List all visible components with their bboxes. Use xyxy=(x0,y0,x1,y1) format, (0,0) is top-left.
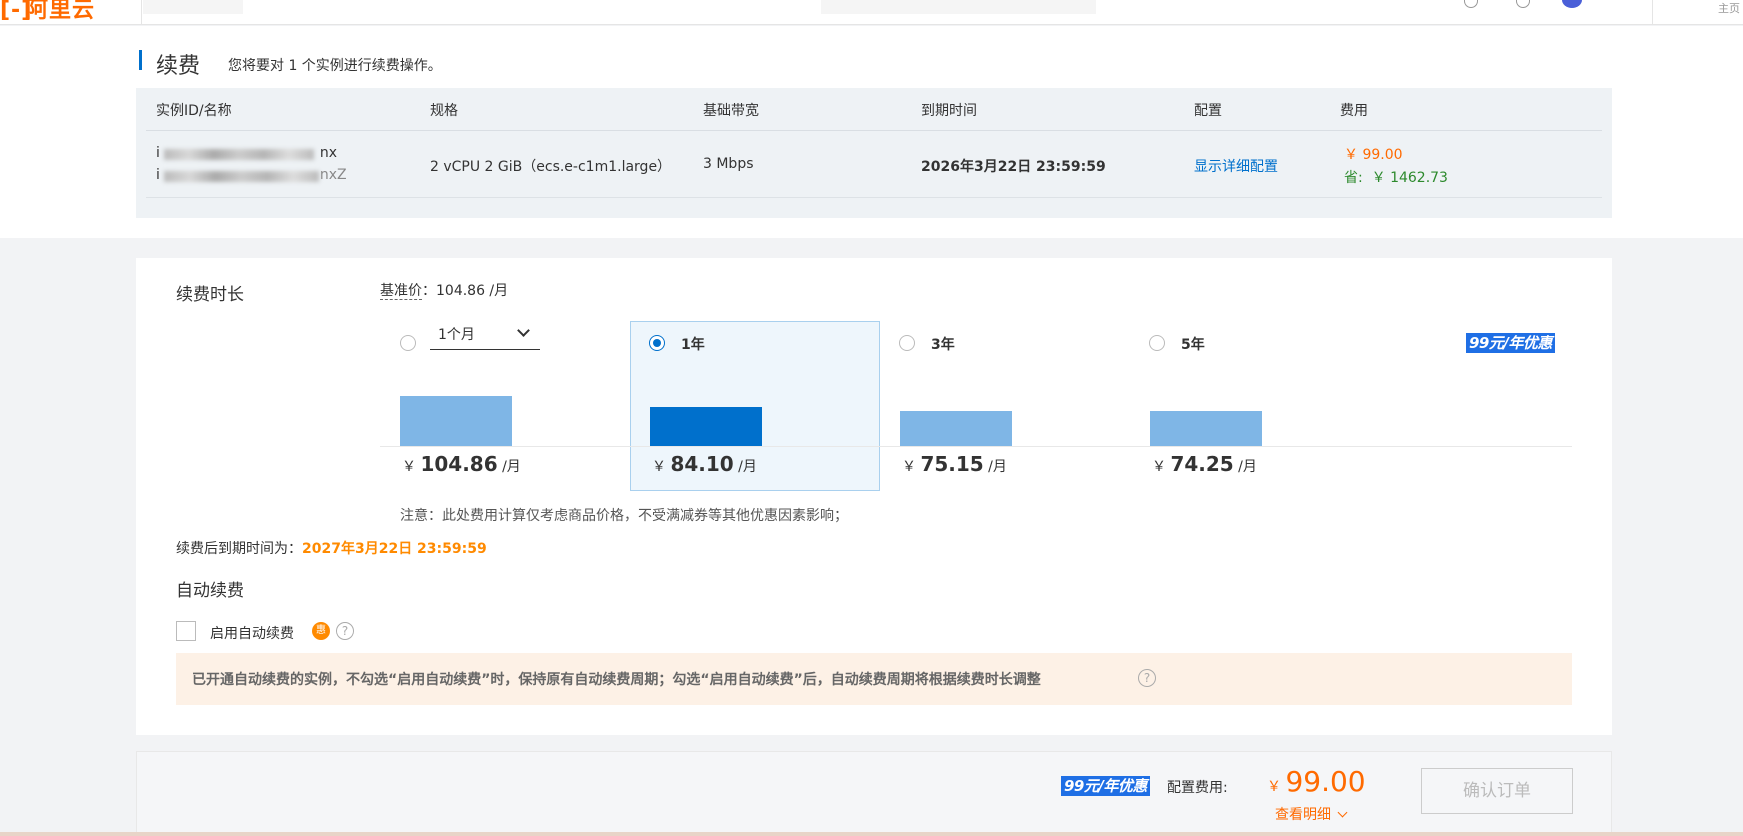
column-header-fee: 费用 xyxy=(1340,103,1368,119)
price-3-year: ￥ 75.15 /月 xyxy=(902,452,1007,476)
page-title: 续费 xyxy=(156,54,201,79)
home-link[interactable]: 主页 xyxy=(1718,0,1740,16)
logo-mark-icon: [-] xyxy=(0,0,33,23)
instance-spec: 2 vCPU 2 GiB（ecs.e-c1m1.large） xyxy=(430,159,672,175)
help-icon[interactable] xyxy=(1516,0,1530,8)
price-bar-1-year[interactable] xyxy=(650,407,762,446)
aliyun-logo[interactable]: [-]阿里云 xyxy=(0,0,95,24)
radio-1-month[interactable] xyxy=(400,335,416,351)
price-1-month: ￥ 104.86 /月 xyxy=(402,452,521,476)
workbench-button[interactable] xyxy=(143,0,243,14)
option-label-3-year[interactable]: 3年 xyxy=(931,334,955,354)
page-subtitle: 您将要对 1 个实例进行续费操作。 xyxy=(228,58,442,74)
duration-label: 续费时长 xyxy=(176,285,244,305)
base-price-tooltip-trigger[interactable]: 基准价 xyxy=(380,283,422,300)
instance-expire-time: 2026年3月22日 23:59:59 xyxy=(921,159,1106,175)
title-accent-bar xyxy=(139,50,142,70)
confirm-order-button[interactable]: 确认订单 xyxy=(1421,768,1573,814)
radio-1-year[interactable] xyxy=(649,335,665,351)
top-navigation-bar: [-]阿里云 主页 xyxy=(0,0,1743,25)
redacted-instance-name xyxy=(164,171,319,182)
nav-divider xyxy=(1652,0,1653,24)
renewed-expire-time: 续费后到期时间为：2027年3月22日 23:59:59 xyxy=(176,541,487,557)
price-1-year: ￥ 84.10 /月 xyxy=(652,452,757,476)
auto-renew-tip: 已开通自动续费的实例，不勾选“启用自动续费”时，保持原有自动续费周期；勾选“启用… xyxy=(176,653,1572,705)
user-avatar[interactable] xyxy=(1562,0,1582,8)
promo-badge: 99元/年优惠 xyxy=(1466,333,1555,353)
auto-renew-title: 自动续费 xyxy=(176,581,244,601)
price-bar-3-year[interactable] xyxy=(900,411,1012,446)
show-config-link[interactable]: 显示详细配置 xyxy=(1194,156,1278,176)
discount-badge-icon: 惠 xyxy=(312,622,330,640)
price-bar-5-year[interactable] xyxy=(1150,411,1262,446)
base-price: 基准价：104.86 /月 xyxy=(380,283,509,300)
help-icon[interactable]: ? xyxy=(1138,669,1156,687)
message-icon[interactable] xyxy=(1464,0,1478,8)
renew-price: ￥ 99.00 xyxy=(1344,147,1403,163)
column-header-spec: 规格 xyxy=(430,103,458,119)
redacted-instance-id xyxy=(164,149,314,160)
table-row-divider xyxy=(146,197,1602,198)
price-note: 注意：此处费用计算仅考虑商品价格，不受满减券等其他优惠因素影响； xyxy=(400,508,848,524)
option-label-1-year[interactable]: 1年 xyxy=(681,334,705,354)
help-icon[interactable]: ? xyxy=(336,622,354,640)
chevron-down-icon xyxy=(1337,807,1348,818)
instance-table: 实例ID/名称 规格 基础带宽 到期时间 配置 费用 i nx i nxZ 2 vC… xyxy=(136,88,1612,218)
month-select-value: 1个月 xyxy=(438,327,475,343)
option-label-5-year[interactable]: 5年 xyxy=(1181,334,1205,354)
chart-baseline xyxy=(380,446,1572,447)
auto-renew-checkbox[interactable] xyxy=(176,621,196,641)
nav-divider xyxy=(141,0,142,24)
column-header-instance: 实例ID/名称 xyxy=(156,103,232,119)
price-5-year: ￥ 74.25 /月 xyxy=(1152,452,1257,476)
config-fee-amount: ￥ 99.00 xyxy=(1267,765,1366,798)
renewal-config-card: 续费时长 基准价：104.86 /月 1个月 ￥ 104.86 /月 1年 ￥ … xyxy=(136,258,1612,735)
page-bottom-edge xyxy=(0,832,1743,836)
auto-renew-tip-text: 已开通自动续费的实例，不勾选“启用自动续费”时，保持原有自动续费周期；勾选“启用… xyxy=(192,672,1041,688)
chevron-down-icon xyxy=(517,324,530,337)
table-divider xyxy=(146,130,1602,131)
column-header-expire: 到期时间 xyxy=(921,103,977,119)
global-search-input[interactable] xyxy=(821,0,1096,14)
column-header-bandwidth: 基础带宽 xyxy=(703,103,759,119)
month-select-dropdown[interactable]: 1个月 xyxy=(430,320,540,350)
saved-amount: 省: ￥ 1462.73 xyxy=(1344,170,1448,186)
config-fee-label: 配置费用: xyxy=(1167,780,1228,796)
radio-5-year[interactable] xyxy=(1149,335,1165,351)
view-detail-link[interactable]: 查看明细 xyxy=(1275,804,1348,824)
column-header-config: 配置 xyxy=(1194,103,1222,119)
order-summary-bar: 99元/年优惠 配置费用: ￥ 99.00 查看明细 确认订单 xyxy=(136,751,1612,836)
auto-renew-label[interactable]: 启用自动续费 xyxy=(210,623,294,643)
footer-promo-badge: 99元/年优惠 xyxy=(1061,776,1150,796)
instance-bandwidth: 3 Mbps xyxy=(703,156,754,172)
price-bar-1-month[interactable] xyxy=(400,396,512,446)
radio-3-year[interactable] xyxy=(899,335,915,351)
